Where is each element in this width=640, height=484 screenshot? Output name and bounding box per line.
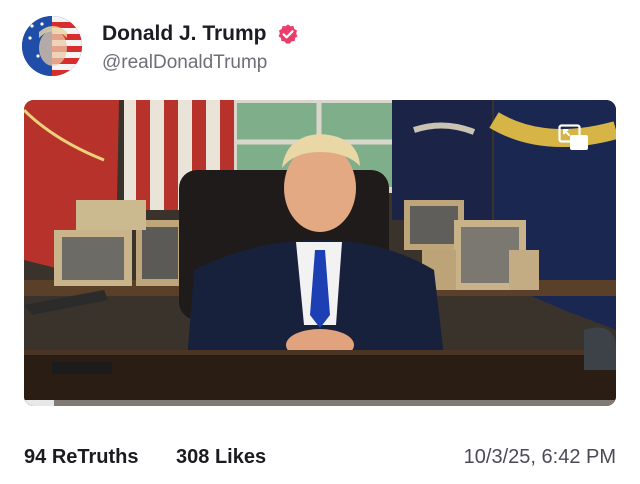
avatar[interactable]: [22, 16, 82, 76]
retruths-label: ReTruths: [51, 446, 139, 468]
video-progress-fill: [24, 400, 54, 406]
verified-badge-icon: [278, 24, 298, 44]
picture-in-picture-icon[interactable]: [558, 124, 590, 152]
likes-count: 308: [176, 446, 210, 468]
post-stats: 94 ReTruths 308 Likes 10/3/25, 6:42 PM: [24, 446, 616, 470]
video-player[interactable]: [24, 100, 616, 406]
retruths-count: 94: [24, 446, 47, 468]
author-names: Donald J. Trump @realDonaldTrump: [102, 22, 299, 74]
likes-label: Likes: [214, 446, 267, 468]
retruths-stat[interactable]: 94 ReTruths: [24, 446, 139, 469]
video-progress-track[interactable]: [24, 400, 616, 406]
user-handle[interactable]: @realDonaldTrump: [102, 52, 299, 74]
post-timestamp[interactable]: 10/3/25, 6:42 PM: [464, 446, 616, 469]
video-frame: [24, 100, 616, 406]
avatar-image: [22, 16, 82, 76]
display-name[interactable]: Donald J. Trump: [102, 22, 267, 46]
post-header: Donald J. Trump @realDonaldTrump: [22, 16, 622, 78]
likes-stat[interactable]: 308 Likes: [176, 446, 266, 469]
